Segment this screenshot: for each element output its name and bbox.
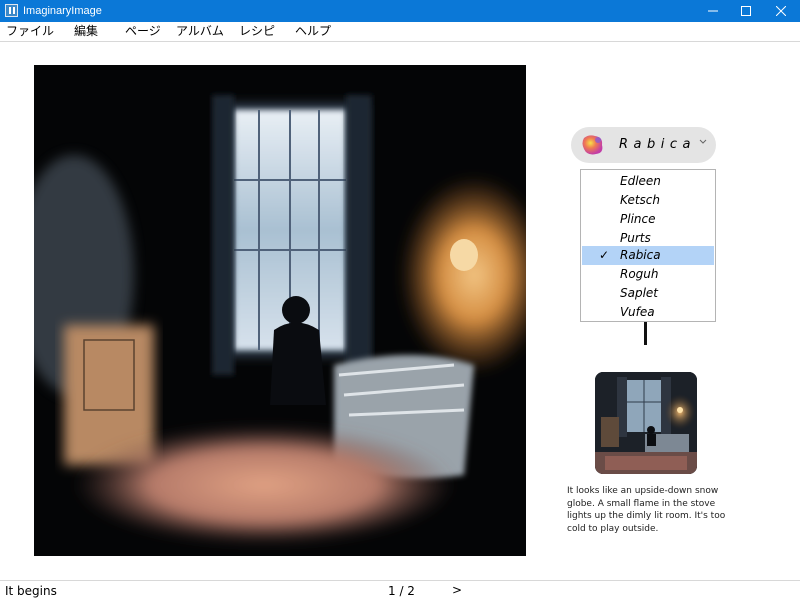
app-icon [5,4,18,17]
dropdown-option-selected[interactable]: ✓ Rabica [582,246,714,265]
menu-help[interactable]: ヘルプ [295,24,331,39]
character-dropdown-list: Edleen Ketsch Plince Purts ✓ Rabica Rogu… [580,169,716,322]
menu-bar: ファイル 編集 ページ アルバム レシピ ヘルプ [0,22,800,42]
character-avatar-icon [582,135,603,155]
character-selector[interactable]: Rabica [571,127,716,163]
menu-album[interactable]: アルバム [176,24,224,39]
dropdown-option[interactable]: Edleen [582,172,714,191]
connector-line [644,322,647,345]
option-label: Roguh [620,267,659,281]
check-icon: ✓ [599,248,610,262]
close-button[interactable] [762,0,800,22]
option-label: Vufea [620,305,655,319]
room-illustration [34,65,526,556]
dropdown-option[interactable]: Ketsch [582,191,714,210]
option-label: Edleen [620,174,661,188]
maximize-icon [741,6,751,16]
next-page-button[interactable]: > [452,583,462,598]
character-name: Rabica [619,137,696,152]
thumbnail-image[interactable] [595,372,697,474]
minimize-icon [708,10,718,12]
title-bar[interactable]: ImaginaryImage [0,0,800,22]
close-icon [776,6,786,16]
image-caption: It looks like an upside-down snow globe.… [567,486,726,534]
option-label: Ketsch [620,193,660,207]
menu-recipe[interactable]: レシピ [239,24,275,39]
app-window: ImaginaryImage ファイル 編集 ページ アルバム レシピ ヘルプ [0,0,800,600]
dropdown-option[interactable]: Plince [582,210,714,229]
dropdown-option[interactable]: Vufea [582,303,714,322]
window-title: ImaginaryImage [23,5,102,17]
page-counter: 1 / 2 [388,584,415,598]
option-label: Saplet [620,286,659,300]
menu-file[interactable]: ファイル [6,24,54,39]
thumbnail-illustration [595,372,697,474]
status-bar: It begins 1 / 2 > [0,580,800,600]
status-text: It begins [5,584,57,598]
chevron-down-icon [699,139,707,144]
menu-page[interactable]: ページ [125,24,161,39]
maximize-button[interactable] [727,0,765,22]
option-label: Rabica [620,248,661,262]
main-image [34,65,526,556]
dropdown-option[interactable]: Saplet [582,284,714,303]
option-label: Plince [620,212,656,226]
dropdown-option[interactable]: Roguh [582,265,714,284]
menu-edit[interactable]: 編集 [74,24,98,39]
